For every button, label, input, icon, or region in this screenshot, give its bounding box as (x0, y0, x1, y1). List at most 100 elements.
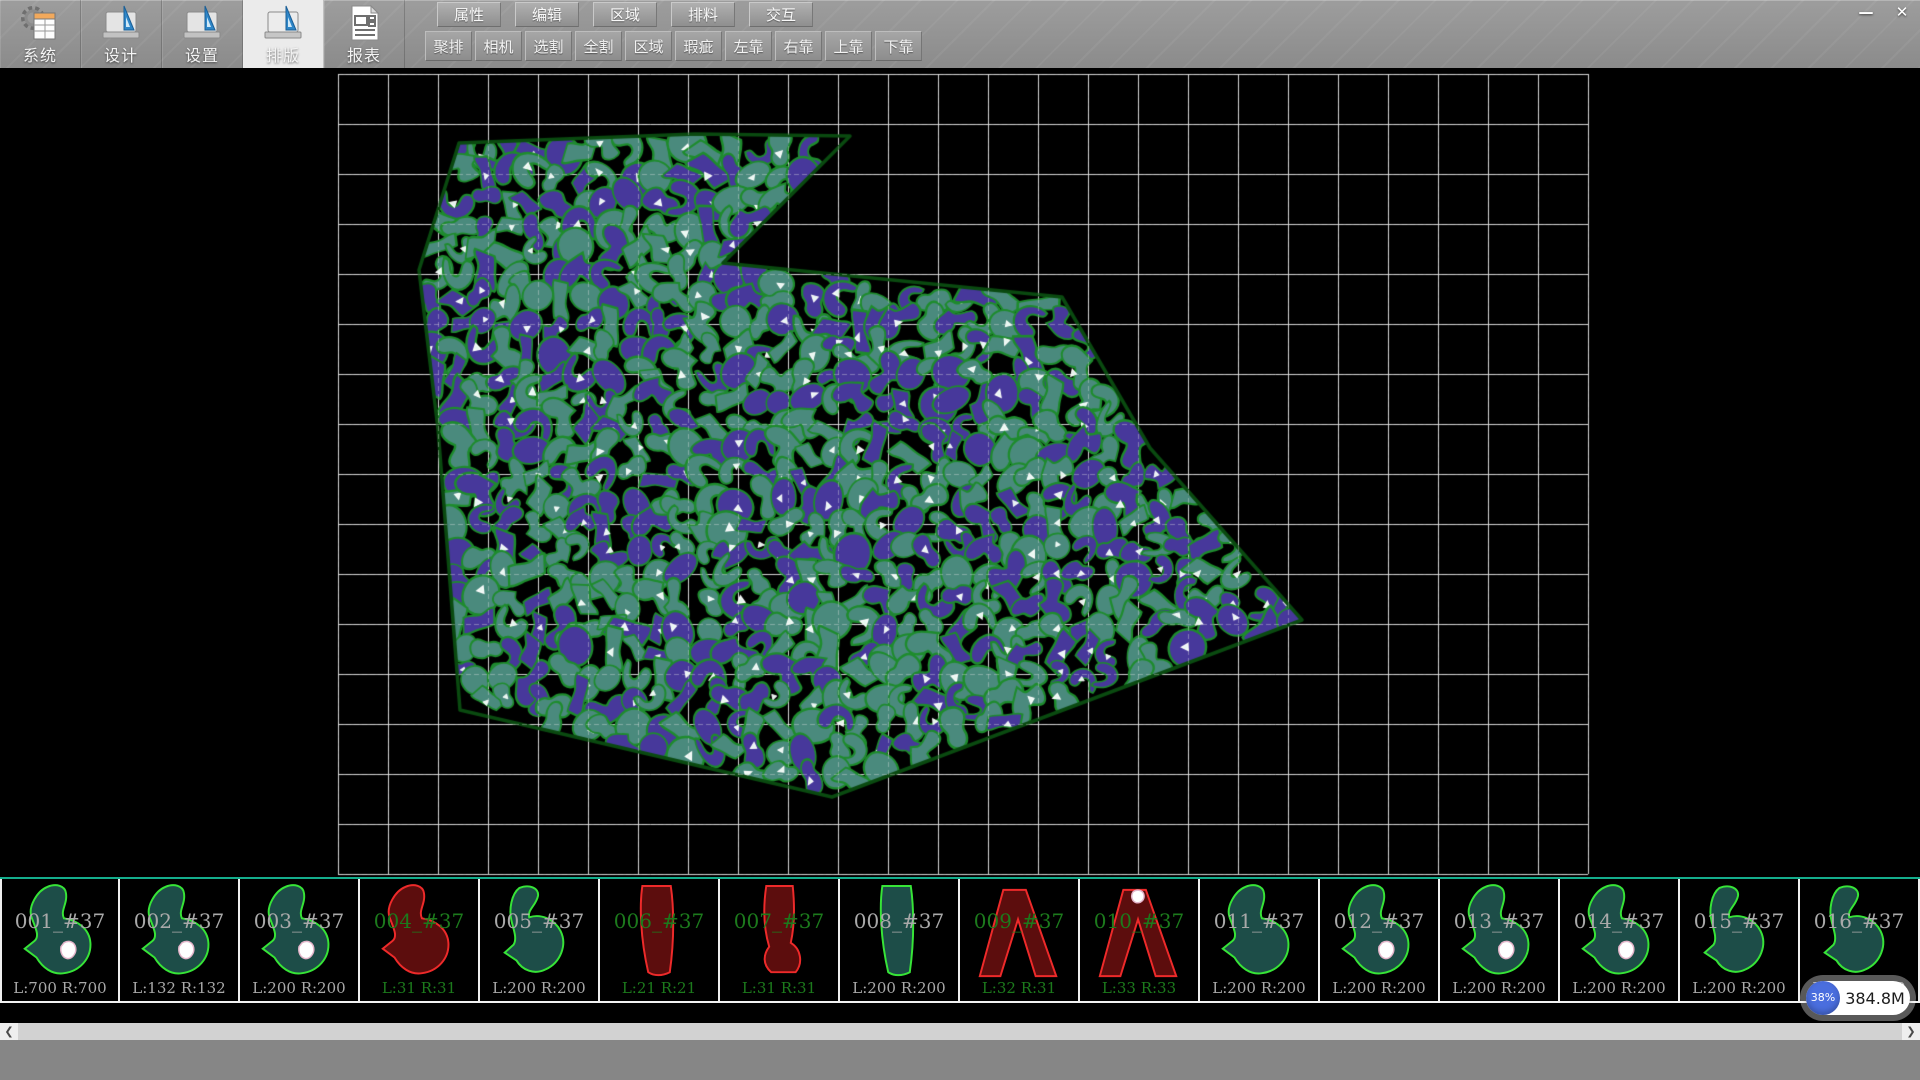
scroll-right-icon[interactable]: ❯ (1902, 1023, 1920, 1040)
nav-button-settings[interactable]: 设置 (162, 0, 243, 68)
nesting-ruler-icon (261, 3, 305, 45)
piece-shape (1810, 883, 1908, 983)
close-button[interactable]: ✕ (1887, 1, 1917, 23)
piece-shape (1210, 883, 1308, 983)
piece-lr-count: L:200 R:200 (240, 979, 358, 997)
scrollbar-track[interactable] (18, 1023, 1902, 1040)
tool-defect[interactable]: 瑕疵 (675, 31, 722, 61)
piece-thumbnail[interactable]: 004_#37 L:31 R:31 (360, 879, 480, 1001)
piece-name: 008_#37 (840, 909, 958, 933)
design-ruler-icon (99, 3, 143, 45)
piece-shape (850, 883, 948, 983)
piece-lr-count: L:31 R:31 (360, 979, 478, 997)
tool-align-top[interactable]: 上靠 (825, 31, 872, 61)
piece-name: 010_#37 (1080, 909, 1198, 933)
tool-align-right[interactable]: 右靠 (775, 31, 822, 61)
strip-gap (0, 1003, 1920, 1023)
piece-thumbnail[interactable]: 013_#37 L:200 R:200 (1440, 879, 1560, 1001)
status-badge: 38% 384.8M (1806, 981, 1910, 1015)
piece-shape (12, 883, 110, 983)
tab-region[interactable]: 区域 (593, 2, 657, 27)
piece-thumbnail[interactable]: 010_#37 L:33 R:33 (1080, 879, 1200, 1001)
progress-percent: 38% (1806, 981, 1840, 1015)
tool-camera[interactable]: 相机 (475, 31, 522, 61)
tool-cut-all[interactable]: 全割 (575, 31, 622, 61)
piece-name: 009_#37 (960, 909, 1078, 933)
piece-shape (370, 883, 468, 983)
piece-name: 011_#37 (1200, 909, 1318, 933)
piece-lr-count: L:200 R:200 (1200, 979, 1318, 997)
piece-name: 015_#37 (1680, 909, 1798, 933)
tool-row: 聚排 相机 选割 全割 区域 瑕疵 左靠 右靠 上靠 下靠 (425, 31, 922, 61)
nav-label: 设计 (81, 42, 161, 66)
piece-name: 003_#37 (240, 909, 358, 933)
settings-ruler-icon (180, 3, 224, 45)
piece-shape (250, 883, 348, 983)
piece-thumbnail[interactable]: 001_#37L:700 R:700 (0, 879, 120, 1001)
piece-thumbnail[interactable]: 012_#37L:200 R:200 (1320, 879, 1440, 1001)
piece-lr-count: L:32 R:31 (960, 979, 1078, 997)
piece-shape (1690, 883, 1788, 983)
tool-align-bottom[interactable]: 下靠 (875, 31, 922, 61)
main-nav: 系统 设计 设置 (0, 0, 405, 68)
nav-button-design[interactable]: 设计 (81, 0, 162, 68)
nesting-canvas[interactable] (0, 68, 1920, 878)
tab-properties[interactable]: 属性 (437, 2, 501, 27)
tab-interactive[interactable]: 交互 (749, 2, 813, 27)
piece-thumbnail[interactable]: 009_#37 L:32 R:31 (960, 879, 1080, 1001)
tool-cluster-nest[interactable]: 聚排 (425, 31, 472, 61)
tool-region[interactable]: 区域 (625, 31, 672, 61)
piece-lr-count: L:132 R:132 (120, 979, 238, 997)
piece-thumbnail[interactable]: 006_#37 L:21 R:21 (600, 879, 720, 1001)
piece-shape (1090, 883, 1188, 983)
piece-name: 005_#37 (480, 909, 598, 933)
piece-lr-count: L:200 R:200 (1680, 979, 1798, 997)
tool-align-left[interactable]: 左靠 (725, 31, 772, 61)
piece-lr-count: L:31 R:31 (720, 979, 838, 997)
piece-lr-count: L:33 R:33 (1080, 979, 1198, 997)
piece-shape (970, 883, 1068, 983)
nav-label: 排版 (243, 42, 323, 66)
tab-edit[interactable]: 编辑 (515, 2, 579, 27)
piece-name: 013_#37 (1440, 909, 1558, 933)
piece-shape (490, 883, 588, 983)
titlebar: 系统 设计 设置 (0, 0, 1920, 68)
nav-button-report[interactable]: 报表 (324, 0, 405, 68)
piece-shape (730, 883, 828, 983)
scroll-left-icon[interactable]: ❮ (0, 1023, 18, 1040)
piece-thumbnail[interactable]: 005_#37 L:200 R:200 (480, 879, 600, 1001)
piece-thumbnail-strip: 001_#37L:700 R:700002_#37L:132 R:132003_… (0, 877, 1920, 1003)
bottom-bar (0, 1040, 1920, 1080)
piece-name: 016_#37 (1800, 909, 1918, 933)
piece-thumbnail[interactable]: 014_#37 L:200 R:200 (1560, 879, 1680, 1001)
nav-label: 系统 (0, 42, 80, 66)
piece-lr-count: L:200 R:200 (1320, 979, 1438, 997)
piece-name: 014_#37 (1560, 909, 1678, 933)
memory-value: 384.8M (1840, 989, 1910, 1008)
tab-nesting[interactable]: 排料 (671, 2, 735, 27)
nav-button-system[interactable]: 系统 (0, 0, 81, 68)
piece-name: 006_#37 (600, 909, 718, 933)
nav-label: 报表 (324, 42, 404, 66)
horizontal-scrollbar[interactable]: ❮ ❯ (0, 1023, 1920, 1040)
piece-name: 004_#37 (360, 909, 478, 933)
piece-shape (1570, 883, 1668, 983)
tool-select-cut[interactable]: 选割 (525, 31, 572, 61)
piece-thumbnail[interactable]: 002_#37L:132 R:132 (120, 879, 240, 1001)
minimize-button[interactable]: — (1851, 1, 1881, 23)
piece-name: 007_#37 (720, 909, 838, 933)
piece-thumbnail[interactable]: 011_#37 L:200 R:200 (1200, 879, 1320, 1001)
piece-shape (1450, 883, 1548, 983)
nav-button-nesting[interactable]: 排版 (243, 0, 324, 68)
piece-shape (610, 883, 708, 983)
piece-lr-count: L:200 R:200 (1560, 979, 1678, 997)
report-doc-icon (342, 3, 386, 45)
piece-thumbnail[interactable]: 015_#37 L:200 R:200 (1680, 879, 1800, 1001)
piece-lr-count: L:200 R:200 (480, 979, 598, 997)
piece-thumbnail[interactable]: 008_#37 L:200 R:200 (840, 879, 960, 1001)
piece-lr-count: L:200 R:200 (840, 979, 958, 997)
piece-thumbnail[interactable]: 003_#37 L:200 R:200 (240, 879, 360, 1001)
piece-lr-count: L:200 R:200 (1440, 979, 1558, 997)
piece-lr-count: L:21 R:21 (600, 979, 718, 997)
piece-thumbnail[interactable]: 007_#37 L:31 R:31 (720, 879, 840, 1001)
